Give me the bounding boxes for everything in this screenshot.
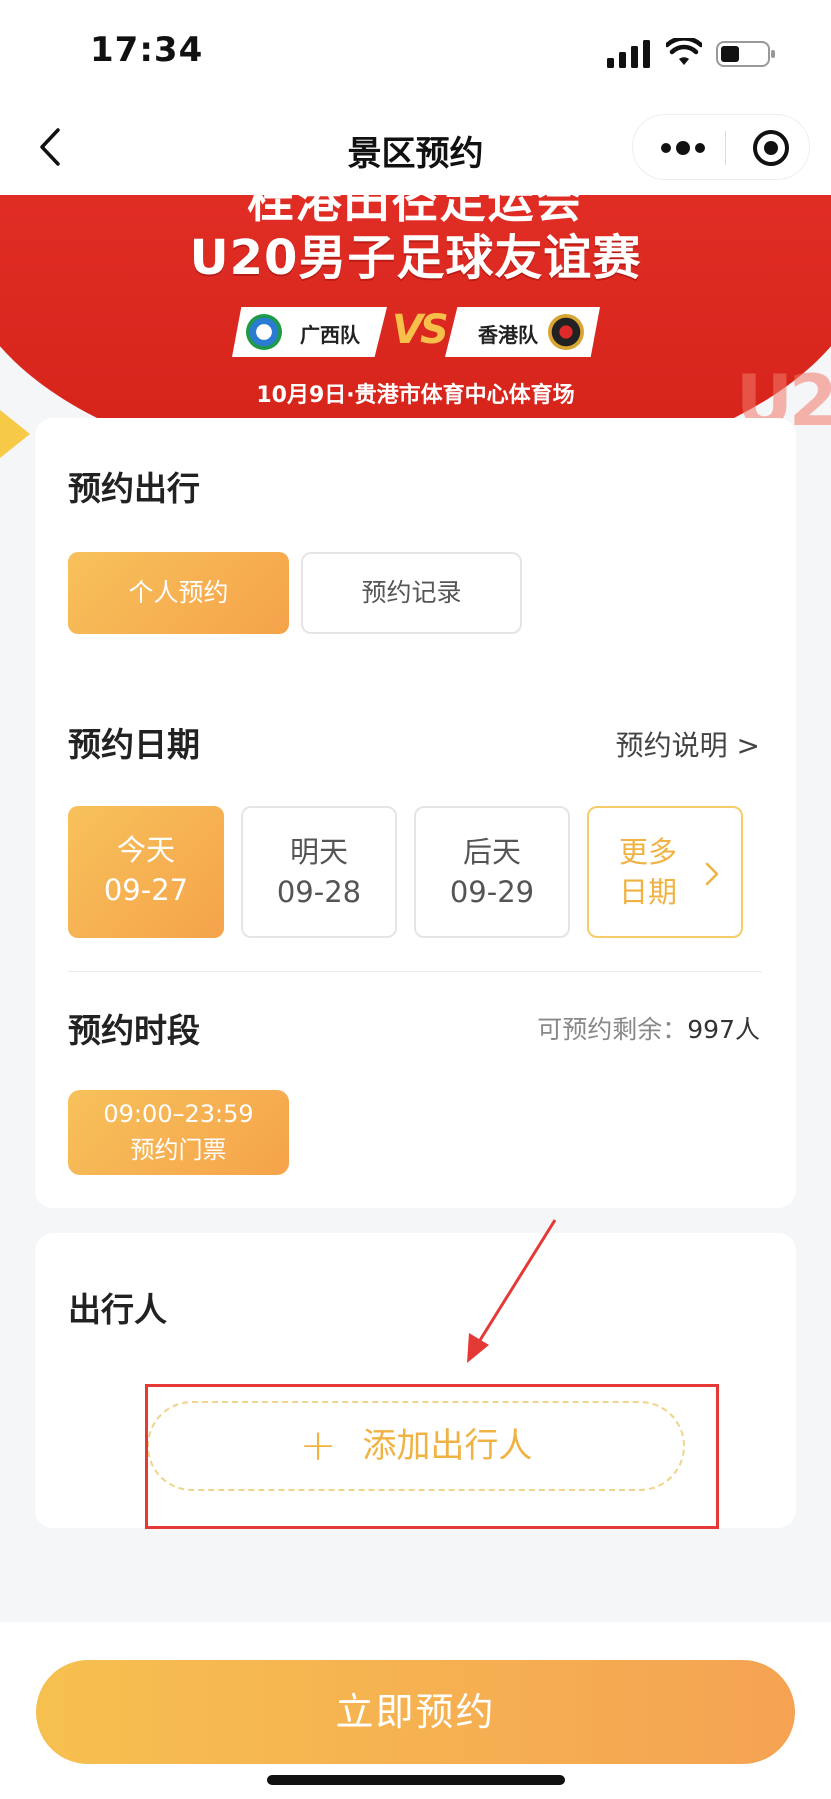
slot-type: 预约门票 bbox=[130, 1136, 227, 1164]
home-indicator bbox=[267, 1775, 565, 1785]
date-value: 09-27 bbox=[103, 873, 189, 907]
date-value: 09-28 bbox=[276, 875, 362, 909]
team-right-logo bbox=[548, 314, 584, 350]
banner-subtitle: 10月9日·贵港市体育中心体育场 bbox=[256, 383, 575, 408]
annotation-highlight-box bbox=[145, 1384, 719, 1529]
date-value: 09-29 bbox=[449, 875, 535, 909]
wifi-icon bbox=[666, 38, 702, 65]
booking-notes-link[interactable]: 预约说明 > bbox=[616, 724, 760, 764]
bottom-bar: 立即预约 bbox=[0, 1622, 831, 1799]
battery-icon bbox=[716, 41, 775, 67]
team-left-name: 广西队 bbox=[300, 323, 360, 347]
more-dates-line1: 更多 bbox=[619, 835, 678, 869]
annotation-arrow bbox=[467, 1219, 557, 1363]
remaining-capacity: 可预约剩余：997人 bbox=[537, 1010, 760, 1046]
remaining-count: 997人 bbox=[687, 1015, 760, 1044]
chevron-right-icon bbox=[705, 862, 719, 886]
banner-title: U20男子足球友谊赛 bbox=[189, 230, 642, 286]
team-right-plate: 香港队 bbox=[445, 307, 600, 357]
remaining-label: 可预约剩余： bbox=[537, 1015, 688, 1044]
team-left-logo bbox=[246, 314, 282, 350]
more-dates-line2: 日期 bbox=[619, 875, 678, 909]
time-slot-button[interactable]: 09:00–23:59 预约门票 bbox=[68, 1090, 289, 1175]
status-bar: 17:34 bbox=[0, 0, 831, 100]
date-option-today[interactable]: 今天 09-27 bbox=[68, 806, 224, 938]
matchup-bar: 广西队 VS 香港队 bbox=[232, 307, 600, 357]
date-option-day-after[interactable]: 后天 09-29 bbox=[414, 806, 570, 938]
date-section-title: 预约日期 bbox=[68, 725, 200, 764]
status-time: 17:34 bbox=[90, 30, 204, 70]
date-day-label: 今天 bbox=[116, 833, 175, 867]
more-dates-button[interactable]: 更多 日期 bbox=[587, 806, 743, 938]
team-left-plate: 广西队 bbox=[232, 307, 387, 357]
vs-label: VS bbox=[392, 307, 449, 353]
signal-icon bbox=[607, 40, 650, 68]
more-icon[interactable] bbox=[657, 133, 709, 163]
slot-time: 09:00–23:59 bbox=[103, 1100, 254, 1128]
team-right-name: 香港队 bbox=[478, 323, 538, 347]
booking-section-title: 预约出行 bbox=[68, 469, 200, 508]
mini-program-capsule bbox=[632, 114, 810, 180]
nav-bar: 景区预约 bbox=[0, 100, 831, 195]
date-option-tomorrow[interactable]: 明天 09-28 bbox=[241, 806, 397, 938]
traveler-section-title: 出行人 bbox=[68, 1290, 167, 1329]
booking-card: 预约出行 个人预约 预约记录 预约日期 预约说明 > 今天 09-27 明天 0… bbox=[35, 418, 796, 1208]
tab-booking-records[interactable]: 预约记录 bbox=[301, 552, 522, 634]
date-day-label: 后天 bbox=[462, 835, 521, 869]
close-target-icon[interactable] bbox=[751, 128, 791, 168]
more-dates-label: 更多 日期 bbox=[619, 832, 677, 912]
section-divider bbox=[68, 971, 762, 972]
capsule-divider bbox=[725, 131, 726, 165]
banner-decoration bbox=[0, 410, 30, 458]
slot-section-title: 预约时段 bbox=[68, 1011, 200, 1050]
tab-personal-booking[interactable]: 个人预约 bbox=[68, 552, 289, 634]
book-now-button[interactable]: 立即预约 bbox=[36, 1660, 795, 1764]
date-day-label: 明天 bbox=[289, 835, 348, 869]
